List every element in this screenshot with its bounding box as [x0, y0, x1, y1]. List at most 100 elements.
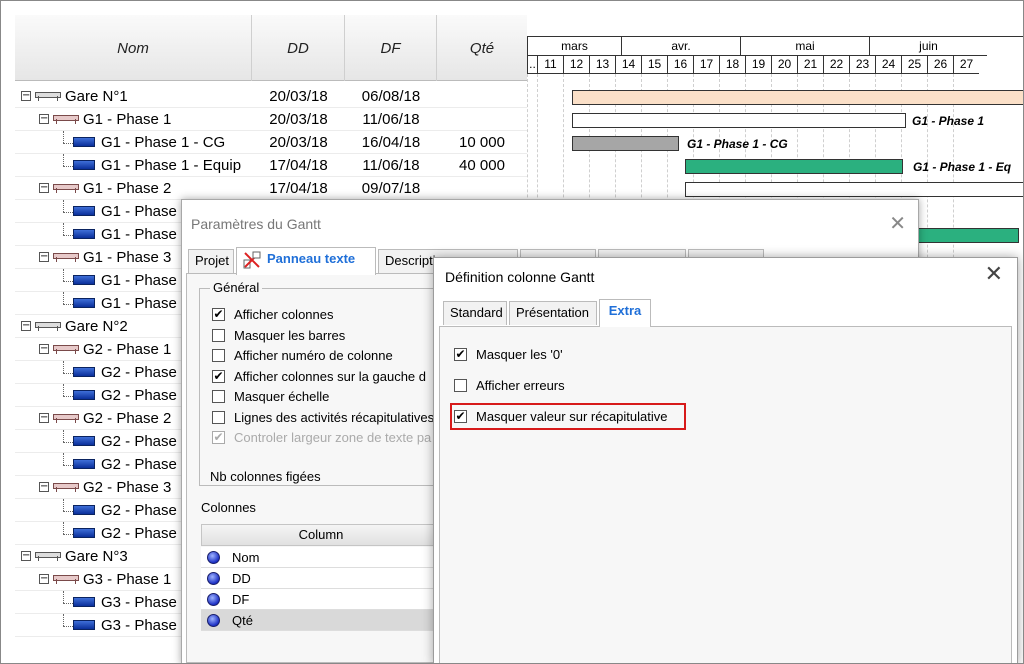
collapse-toggle-icon[interactable]: − [39, 482, 49, 492]
row-name: G1 - Phase [101, 203, 177, 220]
task-icon [73, 229, 95, 239]
phase-bar-icon [53, 184, 79, 193]
dd-cell: 17/04/18 [269, 157, 328, 174]
tree-line [63, 384, 64, 396]
collapse-toggle-icon[interactable]: − [39, 574, 49, 584]
column-name: DF [232, 592, 250, 607]
task-icon [73, 620, 95, 630]
checkbox-checked-icon[interactable]: ✔ [212, 369, 225, 383]
row-name: G2 - Phase [101, 387, 177, 404]
tab-standard[interactable]: Standard [443, 301, 507, 325]
row-name: G3 - Phase [101, 594, 177, 611]
collapse-toggle-icon[interactable]: − [21, 91, 31, 101]
summary-bar-icon [35, 552, 61, 561]
column-list-row[interactable]: DF [201, 589, 441, 610]
collapse-toggle-icon[interactable]: − [39, 252, 49, 262]
column-header-df[interactable]: DF [345, 15, 437, 81]
column-list-row[interactable]: DD [201, 568, 441, 589]
collapse-toggle-icon[interactable]: − [21, 551, 31, 561]
week-label: 20 [771, 56, 797, 74]
row-name: Gare N°3 [65, 548, 128, 565]
tree-line [63, 269, 64, 281]
tree-line [63, 304, 73, 305]
table-row[interactable]: G1 - Phase 1 - CG 20/03/18 16/04/18 10 000 [15, 131, 527, 154]
checkbox-unchecked-icon[interactable] [454, 379, 467, 392]
week-label: 22 [823, 56, 849, 74]
option-label: Afficher erreurs [476, 378, 565, 393]
column-list-row[interactable]: Qté [201, 610, 441, 631]
collapse-toggle-icon[interactable]: − [21, 321, 31, 331]
collapse-toggle-icon[interactable]: − [39, 183, 49, 193]
table-row[interactable]: G1 - Phase 1 - Equip 17/04/18 11/06/18 40 0… [15, 154, 527, 177]
df-cell: 11/06/18 [362, 111, 420, 128]
tree-line [63, 166, 73, 167]
tree-line [63, 292, 64, 304]
tab-extra[interactable]: Extra [599, 299, 651, 327]
checkbox-checked-icon[interactable]: ✔ [454, 348, 467, 361]
row-name: G2 - Phase [101, 456, 177, 473]
gare-bar[interactable] [572, 90, 1023, 105]
task-icon [73, 597, 95, 607]
task-bar[interactable] [685, 159, 903, 174]
tab-bar: Standard Présentation Extra [443, 299, 843, 327]
week-label: 12 [563, 56, 589, 74]
week-label: 14 [615, 56, 641, 74]
df-cell: 09/07/18 [361, 180, 421, 197]
column-name: Qté [232, 613, 253, 628]
checkbox-checked-icon: ✔ [212, 430, 225, 444]
close-icon[interactable]: ✕ [985, 262, 1003, 287]
tab-projet[interactable]: Projet [188, 249, 234, 273]
column-header-qte[interactable]: Qté [437, 15, 527, 81]
phase-bar[interactable] [572, 113, 906, 128]
phase-bar-icon [53, 575, 79, 584]
task-icon [73, 505, 95, 515]
row-name: G1 - Phase 1 [83, 111, 172, 128]
checkbox-unchecked-icon[interactable] [212, 349, 225, 362]
qte-cell [437, 177, 527, 200]
checkbox-unchecked-icon[interactable] [212, 328, 225, 342]
checkbox-unchecked-icon[interactable] [212, 390, 225, 403]
text-panel-icon [243, 251, 261, 269]
checkbox-checked-icon[interactable]: ✔ [212, 308, 225, 321]
week-label: 17 [693, 56, 719, 74]
task-bar[interactable] [572, 136, 679, 151]
gare-row[interactable]: − Gare N°1 20/03/18 06/08/18 [15, 85, 527, 108]
row-name: G3 - Phase 1 [83, 571, 172, 588]
column-bullet-icon [207, 551, 220, 564]
tree-line [63, 603, 73, 604]
task-icon [73, 390, 95, 400]
columns-table-header[interactable]: Column [201, 524, 441, 546]
tree-line [63, 626, 73, 627]
option-label: Afficher numéro de colonne [234, 348, 393, 363]
collapse-toggle-icon[interactable]: − [39, 344, 49, 354]
name-cell: G1 - Phase 1 - CG [15, 131, 252, 154]
bar-label: G1 - Phase 1 - Eq [913, 160, 1012, 174]
collapse-toggle-icon[interactable]: − [39, 114, 49, 124]
checkbox-unchecked-icon[interactable] [212, 410, 225, 424]
week-label: 23 [849, 56, 875, 74]
column-bullet-icon [207, 614, 220, 627]
tree-line [63, 361, 64, 373]
tree-line [63, 453, 64, 465]
task-icon [73, 528, 95, 538]
checkbox-checked-icon[interactable]: ✔ [454, 410, 467, 423]
close-icon[interactable]: ✕ [889, 211, 906, 235]
phase-row[interactable]: − G1 - Phase 1 20/03/18 11/06/18 [15, 108, 527, 131]
collapse-toggle-icon[interactable]: − [39, 413, 49, 423]
task-bar[interactable] [913, 228, 1019, 243]
column-header-nom[interactable]: Nom [15, 15, 252, 81]
bar-label: G1 - Phase 1 [912, 114, 985, 128]
tab-presentation[interactable]: Présentation [509, 301, 597, 325]
tab-panneau-texte[interactable]: Panneau texte [236, 247, 376, 275]
column-header-dd[interactable]: DD [252, 15, 345, 81]
task-icon [73, 367, 95, 377]
week-label: 19 [745, 56, 771, 74]
row-name: G1 - Phase 3 [83, 249, 172, 266]
month-label: juin [869, 37, 987, 56]
tree-line [63, 499, 64, 511]
row-name: G2 - Phase [101, 525, 177, 542]
task-icon [73, 298, 95, 308]
phase-row[interactable]: − G1 - Phase 2 17/04/18 09/07/18 [15, 177, 527, 200]
column-list-row[interactable]: Nom [201, 547, 441, 568]
phase-bar[interactable] [685, 182, 1023, 197]
